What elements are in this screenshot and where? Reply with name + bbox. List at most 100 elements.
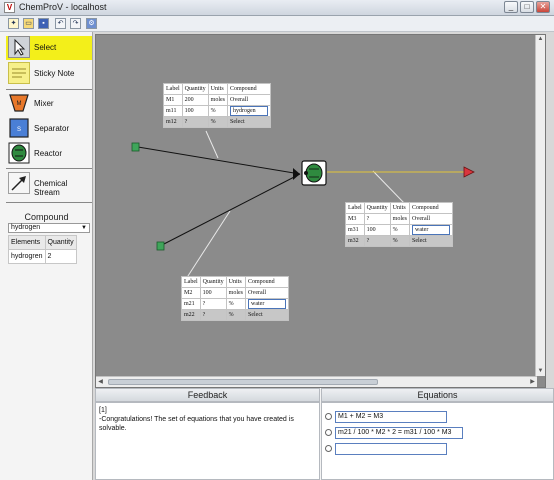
palette-label: Chemical Stream [34, 179, 68, 197]
compound-field[interactable]: water [248, 299, 287, 309]
stream-table[interactable]: Label Quantity Units Compound M2 100 mol… [181, 276, 290, 321]
feedback-panel: [1] -Congratulations! The set of equatio… [95, 402, 320, 480]
quantity-cell[interactable]: ? [199, 298, 227, 310]
units-cell[interactable]: % [389, 224, 411, 236]
units-cell[interactable]: moles [207, 94, 229, 106]
quantity-cell[interactable]: ? [181, 116, 209, 128]
quantity-cell[interactable]: 100 [363, 224, 391, 236]
reactor-node[interactable] [301, 160, 327, 186]
palette-item-chemical-stream[interactable]: Chemical Stream [6, 172, 92, 197]
label-cell[interactable]: m32 [345, 235, 365, 247]
stream-line[interactable] [161, 173, 301, 246]
close-button[interactable]: ✕ [536, 1, 550, 13]
diagram-canvas[interactable]: Label Quantity Units Compound M1 200 mol… [96, 35, 536, 375]
label-cell[interactable]: m31 [345, 224, 365, 236]
compound-select[interactable]: Select [409, 235, 454, 247]
column-header: Label [181, 276, 201, 288]
settings-icon[interactable]: ⚙ [86, 18, 97, 29]
equation-field[interactable]: M1 + M2 = M3 [335, 411, 447, 423]
equation-row[interactable] [325, 443, 550, 455]
quantity-cell[interactable]: ? [363, 213, 391, 225]
maximize-button[interactable]: □ [520, 1, 534, 13]
sink-node[interactable] [463, 166, 475, 178]
compound-field[interactable]: hydrogen [230, 106, 269, 116]
table-row[interactable]: M2 100 moles Overall [181, 287, 290, 299]
table-row[interactable]: m31 100 % water [345, 224, 454, 236]
quantity-cell[interactable]: 200 [181, 94, 209, 106]
table-row[interactable]: hydrogren 2 [8, 249, 77, 264]
label-cell[interactable]: m21 [181, 298, 201, 310]
compound-select[interactable]: hydrogen ▼ [8, 223, 90, 233]
units-cell[interactable]: % [225, 309, 247, 321]
scroll-right-icon[interactable]: ▶ [528, 377, 537, 387]
compound-cell[interactable]: Overall [409, 213, 454, 225]
label-cell[interactable]: m12 [163, 116, 183, 128]
redo-icon[interactable]: ↷ [70, 18, 81, 29]
compound-select[interactable]: Select [245, 309, 290, 321]
label-cell[interactable]: M3 [345, 213, 365, 225]
units-cell[interactable]: % [207, 105, 229, 117]
palette-item-reactor[interactable]: Reactor [6, 142, 92, 166]
table-row[interactable]: m12 ? % Select [163, 116, 272, 128]
table-row[interactable]: m32 ? % Select [345, 235, 454, 247]
column-header: Units [207, 83, 229, 95]
vertical-scrollbar[interactable]: ▲ ▼ [535, 35, 545, 376]
scrollbar-thumb[interactable] [108, 379, 378, 385]
equation-field[interactable] [335, 443, 447, 455]
units-cell[interactable]: moles [389, 213, 411, 225]
mixer-icon: M [8, 92, 30, 114]
sticky-note-icon [8, 62, 30, 84]
source-node[interactable] [156, 241, 165, 251]
table-row[interactable]: M3 ? moles Overall [345, 213, 454, 225]
equation-field[interactable]: m21 / 100 * M2 * 2 = m31 / 100 * M3 [335, 427, 463, 439]
compound-field[interactable]: water [412, 225, 451, 235]
save-icon[interactable]: ▪ [38, 18, 49, 29]
label-cell[interactable]: m11 [163, 105, 183, 117]
units-cell[interactable]: % [389, 235, 411, 247]
scroll-down-icon[interactable]: ▼ [536, 367, 545, 376]
table-row[interactable]: m11 100 % hydrogen [163, 105, 272, 117]
quantity-cell[interactable]: 100 [181, 105, 209, 117]
stream-table[interactable]: Label Quantity Units Compound M1 200 mol… [163, 83, 272, 128]
palette-item-select[interactable]: Select [6, 36, 92, 60]
compound-cell[interactable]: hydrogen [227, 105, 272, 117]
compound-cell[interactable]: Overall [245, 287, 290, 299]
units-cell[interactable]: moles [225, 287, 247, 299]
units-cell[interactable]: % [225, 298, 247, 310]
table-row[interactable]: m21 ? % water [181, 298, 290, 310]
new-file-icon[interactable]: ✦ [8, 18, 19, 29]
stream-line[interactable] [137, 146, 301, 175]
quantity-cell[interactable]: ? [363, 235, 391, 247]
table-cell: 2 [44, 249, 77, 264]
equation-radio[interactable] [325, 429, 332, 436]
palette-divider [6, 168, 92, 169]
label-cell[interactable]: M1 [163, 94, 183, 106]
table-row[interactable]: M1 200 moles Overall [163, 94, 272, 106]
units-cell[interactable]: % [207, 116, 229, 128]
palette-item-sticky-note[interactable]: Sticky Note [6, 62, 92, 86]
compound-select[interactable]: Select [227, 116, 272, 128]
label-cell[interactable]: m22 [181, 309, 201, 321]
compound-cell[interactable]: water [245, 298, 290, 310]
equation-radio[interactable] [325, 445, 332, 452]
compound-cell[interactable]: water [409, 224, 454, 236]
equation-row[interactable]: M1 + M2 = M3 [325, 411, 550, 423]
table-row[interactable]: m22 ? % Select [181, 309, 290, 321]
horizontal-scrollbar[interactable]: ◀ ▶ [96, 376, 537, 387]
scroll-up-icon[interactable]: ▲ [536, 35, 545, 44]
undo-icon[interactable]: ↶ [55, 18, 66, 29]
scroll-left-icon[interactable]: ◀ [96, 377, 105, 387]
palette-item-mixer[interactable]: M Mixer [6, 92, 92, 116]
open-folder-icon[interactable]: ▭ [23, 18, 34, 29]
svg-text:M: M [17, 101, 22, 107]
quantity-cell[interactable]: 100 [199, 287, 227, 299]
palette-item-separator[interactable]: S Separator [6, 117, 92, 141]
equation-row[interactable]: m21 / 100 * M2 * 2 = m31 / 100 * M3 [325, 427, 550, 439]
compound-cell[interactable]: Overall [227, 94, 272, 106]
label-cell[interactable]: M2 [181, 287, 201, 299]
minimize-button[interactable]: _ [504, 1, 518, 13]
quantity-cell[interactable]: ? [199, 309, 227, 321]
stream-table[interactable]: Label Quantity Units Compound M3 ? moles… [345, 202, 454, 247]
equation-radio[interactable] [325, 413, 332, 420]
source-node[interactable] [131, 142, 140, 152]
